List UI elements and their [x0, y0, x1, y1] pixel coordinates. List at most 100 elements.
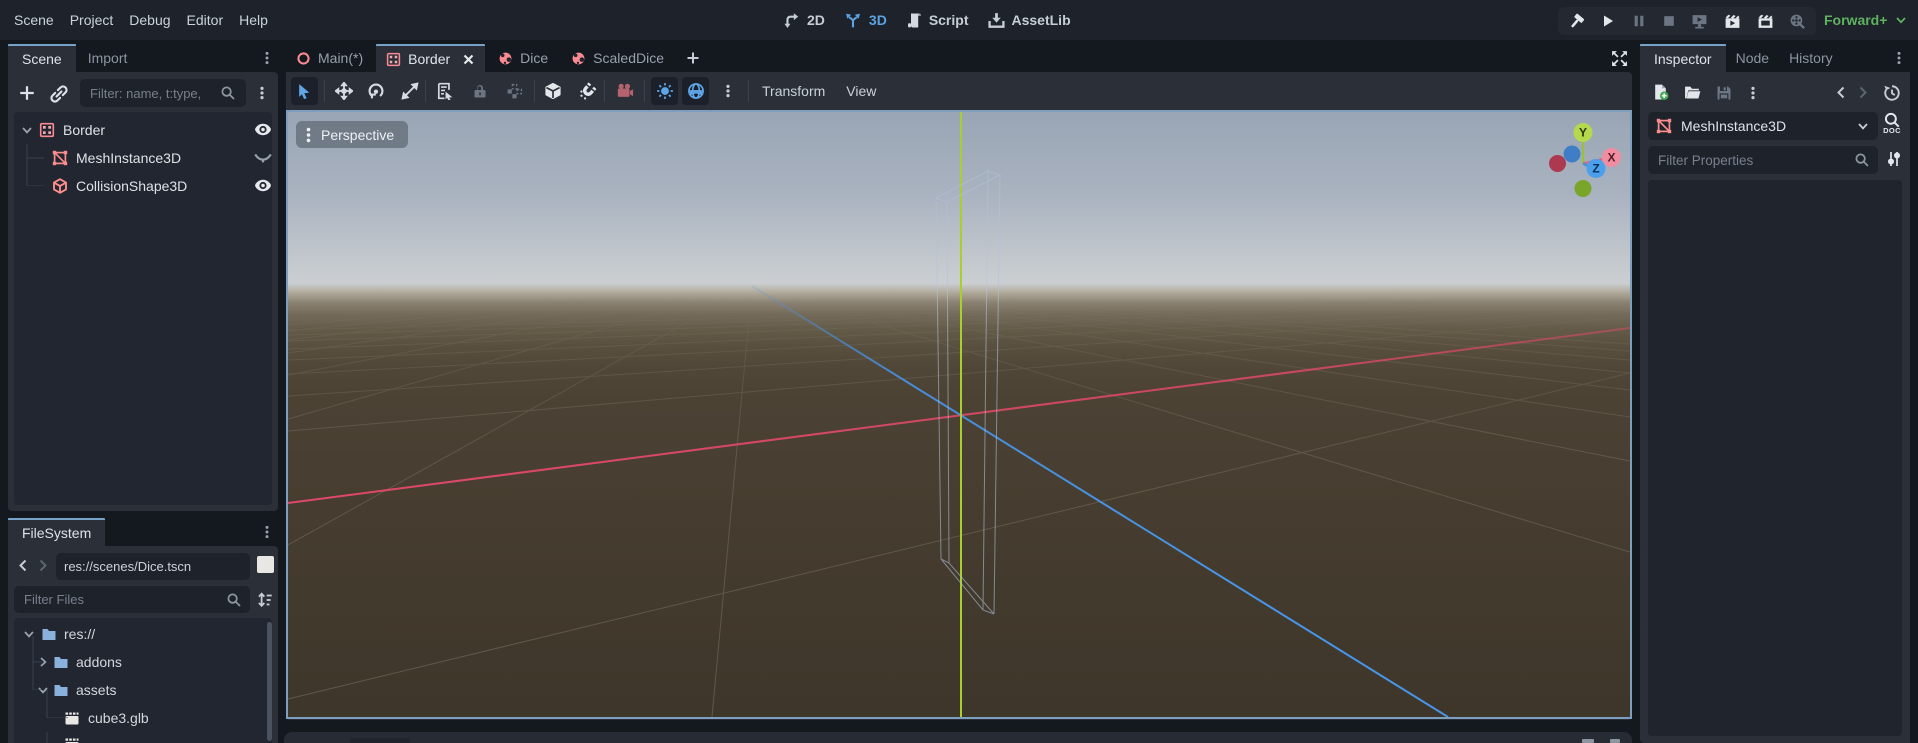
open-documentation-icon[interactable]: DOC — [1883, 112, 1901, 135]
menu-scene[interactable]: Scene — [14, 12, 54, 28]
ungroup-selected-icon[interactable] — [501, 77, 528, 105]
scene-tab-scaleddice[interactable]: ScaledDice — [561, 44, 674, 72]
load-resource-icon[interactable] — [1684, 85, 1701, 100]
wireframe-box — [934, 170, 1002, 615]
preview-environment-button[interactable] — [682, 77, 709, 105]
viewport-3d[interactable]: Y Z X Perspective — [286, 110, 1632, 719]
gizmo-neg-y-ball[interactable] — [1574, 180, 1592, 197]
save-resource-icon[interactable] — [1716, 85, 1732, 101]
scene-tab-dice[interactable]: Dice — [488, 44, 558, 72]
inspector-filter-input[interactable] — [1648, 146, 1878, 174]
ruler-mode-icon[interactable] — [539, 77, 566, 105]
add-scene-tab-icon[interactable] — [685, 50, 701, 66]
scene-tree-menu-icon[interactable] — [255, 85, 269, 101]
tool-move-button[interactable] — [330, 77, 357, 105]
fs-row-cube3glb[interactable]: cube3.glb — [14, 690, 272, 732]
tree-row-border[interactable]: Border — [14, 116, 272, 144]
visibility-visible-icon[interactable] — [254, 122, 272, 137]
add-node-icon[interactable] — [18, 84, 36, 102]
view-menu-dots-icon[interactable] — [721, 83, 735, 99]
bottom-panel[interactable] — [284, 732, 1632, 743]
view-gizmo[interactable]: Y Z X — [1549, 123, 1621, 197]
node-selector[interactable]: MeshInstance3D — [1648, 112, 1878, 140]
expand-bottom-panel-icon[interactable] — [1582, 739, 1594, 743]
tab-filesystem[interactable]: FileSystem — [8, 518, 106, 546]
lock-selected-icon[interactable] — [466, 77, 493, 105]
menu-editor[interactable]: Editor — [187, 12, 224, 28]
close-icon[interactable] — [462, 53, 475, 66]
tool-scale-button[interactable] — [396, 77, 423, 105]
history-back-icon[interactable] — [1834, 85, 1848, 100]
toggle-split-mode-icon[interactable] — [257, 556, 274, 573]
tab-inspector[interactable]: Inspector — [1640, 44, 1726, 72]
tab-import[interactable]: Import — [76, 44, 140, 72]
tool-rotate-button[interactable] — [362, 77, 389, 105]
view-menu[interactable]: View — [846, 83, 876, 99]
gizmo-neg-x-ball[interactable] — [1549, 155, 1566, 172]
collision-shape-3d-icon — [52, 178, 68, 194]
fs-row-partial[interactable] — [14, 732, 272, 743]
gizmo-neg-z-ball[interactable] — [1563, 145, 1581, 163]
output-button[interactable] — [350, 738, 410, 743]
snap-icon[interactable] — [574, 77, 601, 105]
tool-select-button[interactable] — [291, 77, 318, 105]
chevron-down-icon — [1895, 14, 1907, 26]
preview-sun-button[interactable] — [651, 77, 678, 105]
tree-guide — [32, 662, 42, 690]
workspace-assetlib[interactable]: AssetLib — [987, 12, 1071, 29]
spatial-toolbar: Transform View — [286, 72, 1632, 110]
stop-icon[interactable] — [1662, 14, 1676, 28]
transform-menu[interactable]: Transform — [762, 83, 825, 99]
resource-menu-icon[interactable] — [1746, 85, 1760, 101]
workspace-script[interactable]: Script — [906, 12, 969, 29]
filesystem-filter-input[interactable] — [14, 586, 250, 613]
perspective-menu-button[interactable]: Perspective — [296, 121, 409, 148]
file-sort-icon[interactable] — [256, 591, 274, 609]
scene-dock-menu-icon[interactable] — [260, 50, 274, 66]
inspector-dock-menu-icon[interactable] — [1892, 50, 1906, 66]
play-icon[interactable] — [1600, 13, 1616, 29]
tab-node[interactable]: Node — [1726, 44, 1779, 72]
menu-project[interactable]: Project — [70, 12, 114, 28]
tree-row-meshinstance3d[interactable]: MeshInstance3D — [14, 144, 272, 172]
tab-history[interactable]: History — [1779, 44, 1843, 72]
filesystem-dock-menu-icon[interactable] — [260, 524, 274, 540]
object-history-icon[interactable] — [1883, 84, 1901, 102]
history-forward-icon[interactable] — [36, 558, 50, 573]
tab-scene[interactable]: Scene — [8, 44, 76, 72]
remote-debug-icon[interactable] — [1568, 13, 1585, 30]
new-resource-icon[interactable] — [1652, 83, 1669, 101]
chevron-down-icon[interactable] — [20, 123, 34, 137]
mesh-instance-3d-icon — [52, 150, 68, 166]
menu-debug[interactable]: Debug — [129, 12, 170, 28]
filesystem-scrollbar[interactable] — [267, 622, 272, 741]
pause-icon[interactable] — [1632, 14, 1646, 28]
play-remote-icon[interactable] — [1691, 13, 1708, 30]
scene-dock: Scene Import Border MeshInstance3D — [8, 44, 278, 511]
play-custom-scene-icon[interactable] — [1757, 13, 1774, 30]
preview-camera-icon[interactable] — [611, 77, 638, 105]
play-current-scene-icon[interactable] — [1724, 13, 1741, 30]
inspector-body — [1648, 180, 1902, 736]
workspace-3d[interactable]: 3D — [844, 12, 887, 29]
current-path-field[interactable] — [56, 553, 250, 580]
history-forward-icon[interactable] — [1856, 85, 1870, 100]
filter-tune-icon[interactable] — [1886, 150, 1902, 168]
expand-viewport-icon[interactable] — [1611, 50, 1628, 67]
menu-help[interactable]: Help — [239, 12, 268, 28]
history-back-icon[interactable] — [16, 558, 30, 573]
scene-tab-main[interactable]: Main(*) — [286, 44, 373, 72]
tool-select-list-button[interactable] — [431, 77, 458, 105]
filesystem-dock: FileSystem res:// addons — [8, 518, 278, 743]
visibility-visible-icon[interactable] — [254, 178, 272, 193]
bottom-panel-pin-icon[interactable] — [1610, 739, 1620, 743]
movie-maker-icon[interactable] — [1789, 13, 1806, 30]
visibility-hidden-icon[interactable] — [254, 152, 272, 165]
node2d-icon — [296, 51, 311, 66]
scene-tab-border[interactable]: Border — [376, 44, 486, 72]
renderer-selector[interactable]: Forward+ — [1824, 0, 1907, 40]
workspace-2d[interactable]: 2D — [783, 12, 825, 29]
instance-scene-icon[interactable] — [50, 85, 68, 103]
filesystem-tree: res:// addons assets cube3.glb — [14, 618, 272, 743]
tree-row-collisionshape3d[interactable]: CollisionShape3D — [14, 158, 272, 200]
